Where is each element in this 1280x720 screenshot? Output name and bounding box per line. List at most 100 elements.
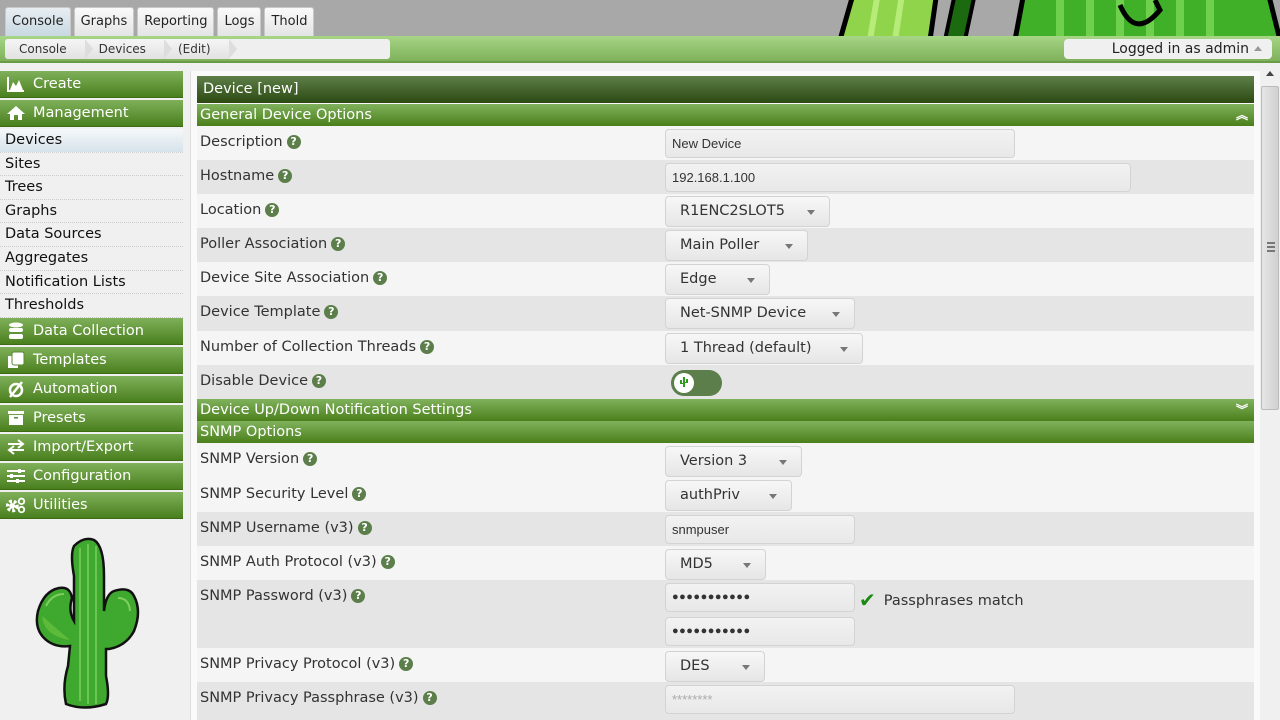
snmp-password-confirm-input[interactable]: ●●●●●●●●●●● [665,617,855,646]
sidebar-utilities[interactable]: Utilities [0,491,183,519]
help-icon[interactable]: ? [265,203,280,217]
threads-select[interactable]: 1 Thread (default) [665,333,863,364]
scroll-thumb[interactable] [1261,86,1279,410]
grip-icon [1267,242,1275,252]
snmp-auth-select-value: MD5 [680,556,713,572]
section-snmp-options[interactable]: SNMP Options [197,421,1254,443]
disable-device-toggle[interactable] [671,370,722,396]
help-icon[interactable]: ? [380,555,395,569]
dropdown-arrow-icon [785,244,793,249]
sidebar-configuration[interactable]: Configuration [0,462,183,490]
dropdown-arrow-icon [742,665,750,670]
section-general-label: General Device Options [200,107,372,123]
snmp-priv-protocol-select[interactable]: DES [665,651,765,682]
help-icon[interactable]: ? [399,657,414,671]
help-icon[interactable]: ? [278,169,293,183]
snmp-security-select-value: authPriv [680,487,741,503]
help-icon[interactable]: ? [420,340,435,354]
snmp-version-select[interactable]: Version 3 [665,446,802,477]
help-icon[interactable]: ? [331,237,346,251]
vertical-scrollbar[interactable] [1260,63,1280,720]
tab-graphs[interactable]: Graphs [73,7,135,36]
user-menu[interactable]: Logged in as admin [1064,39,1272,59]
sidebar-create[interactable]: Create [0,71,183,98]
dropdown-arrow-icon [743,563,751,568]
site-select[interactable]: Edge [665,264,770,295]
poller-select-value: Main Poller [680,237,760,253]
main-tabs: Console Graphs Reporting Logs Thold [5,7,315,36]
snmp-auth-label: SNMP Auth Protocol (v3)? [200,554,395,570]
section-general-device-options[interactable]: General Device Options ︽ [197,104,1254,126]
description-label-text: Description [200,134,283,150]
poller-select[interactable]: Main Poller [665,230,808,261]
breadcrumb-console[interactable]: Console [5,39,93,59]
tab-thold[interactable]: Thold [264,7,315,36]
snmp-username-input[interactable]: snmpuser [665,515,855,544]
section-updown-notification[interactable]: Device Up/Down Notification Settings ︾ [197,399,1254,421]
help-icon[interactable]: ? [324,305,339,319]
row-collection-threads: Number of Collection Threads? 1 Thread (… [197,331,1254,365]
dropdown-arrow-icon [779,460,787,465]
sidebar-item-graphs[interactable]: Graphs [0,200,183,224]
help-icon[interactable]: ? [422,691,437,705]
snmp-priv-pass-input[interactable]: ******** [665,685,1015,714]
threads-label: Number of Collection Threads? [200,339,435,355]
tab-reporting[interactable]: Reporting [137,7,215,36]
sidebar-templates-label: Templates [33,351,107,368]
template-select-value: Net-SNMP Device [680,305,807,321]
sidebar-item-data-sources[interactable]: Data Sources [0,223,183,247]
help-icon[interactable]: ? [357,521,372,535]
sidebar-data-collection[interactable]: Data Collection [0,317,183,345]
sidebar-management[interactable]: Management [0,100,183,127]
help-icon[interactable]: ? [351,589,366,603]
sidebar-data-collection-label: Data Collection [33,322,144,339]
copy-icon [5,351,27,369]
hostname-input[interactable]: 192.168.1.100 [665,163,1131,192]
location-select[interactable]: R1ENC2SLOT5 [665,196,830,227]
sidebar-presets-label: Presets [33,409,86,426]
help-icon[interactable]: ? [312,374,326,388]
breadcrumb-edit[interactable]: (Edit) [163,39,237,59]
template-select[interactable]: Net-SNMP Device [665,298,855,329]
chevron-double-up-icon[interactable]: ︽ [1236,104,1248,126]
cactus-logo [35,537,140,709]
sidebar-automation-label: Automation [33,380,118,397]
sidebar-item-sites[interactable]: Sites [0,153,183,177]
sidebar-create-label: Create [33,76,82,92]
breadcrumb-devices[interactable]: Devices [84,39,173,59]
sidebar-automation[interactable]: Automation [0,375,183,403]
snmp-priv-pass-placeholder: ******** [672,692,713,707]
help-icon[interactable]: ? [286,135,301,149]
tab-console[interactable]: Console [5,7,71,36]
sidebar-templates[interactable]: Templates [0,346,183,374]
sidebar-item-notification-lists[interactable]: Notification Lists [0,271,183,295]
help-icon[interactable]: ? [352,487,367,501]
snmp-security-label: SNMP Security Level? [200,486,367,502]
row-snmp-version: SNMP Version? Version 3 [197,443,1254,478]
poller-label-text: Poller Association [200,236,328,252]
disable-label: Disable Device? [200,373,326,389]
sidebar-item-devices[interactable]: Devices [0,129,183,153]
snmp-priv-protocol-label-text: SNMP Privacy Protocol (v3) [200,656,396,672]
snmp-version-label: SNMP Version? [200,451,318,467]
help-icon[interactable]: ? [303,452,318,466]
sidebar-import-export[interactable]: Import/Export [0,433,183,461]
row-snmp-security-level: SNMP Security Level? authPriv [197,478,1254,512]
snmp-username-label: SNMP Username (v3)? [200,520,372,536]
chevron-double-down-icon[interactable]: ︾ [1236,399,1248,421]
database-icon [5,322,27,340]
snmp-password-input[interactable]: ●●●●●●●●●●● [665,583,855,612]
sidebar-item-trees[interactable]: Trees [0,176,183,200]
help-icon[interactable]: ? [373,271,388,285]
sidebar-item-aggregates[interactable]: Aggregates [0,247,183,271]
tab-logs[interactable]: Logs [217,7,262,36]
snmp-auth-select[interactable]: MD5 [665,549,766,580]
sidebar-presets[interactable]: Presets [0,404,183,432]
poller-label: Poller Association? [200,236,346,252]
hostname-label-text: Hostname [200,168,275,184]
sidebar-item-thresholds[interactable]: Thresholds [0,294,183,318]
scroll-up-arrow-icon[interactable] [1266,71,1274,76]
snmp-security-select[interactable]: authPriv [665,480,792,511]
location-select-value: R1ENC2SLOT5 [680,203,785,219]
description-input[interactable]: New Device [665,129,1015,158]
